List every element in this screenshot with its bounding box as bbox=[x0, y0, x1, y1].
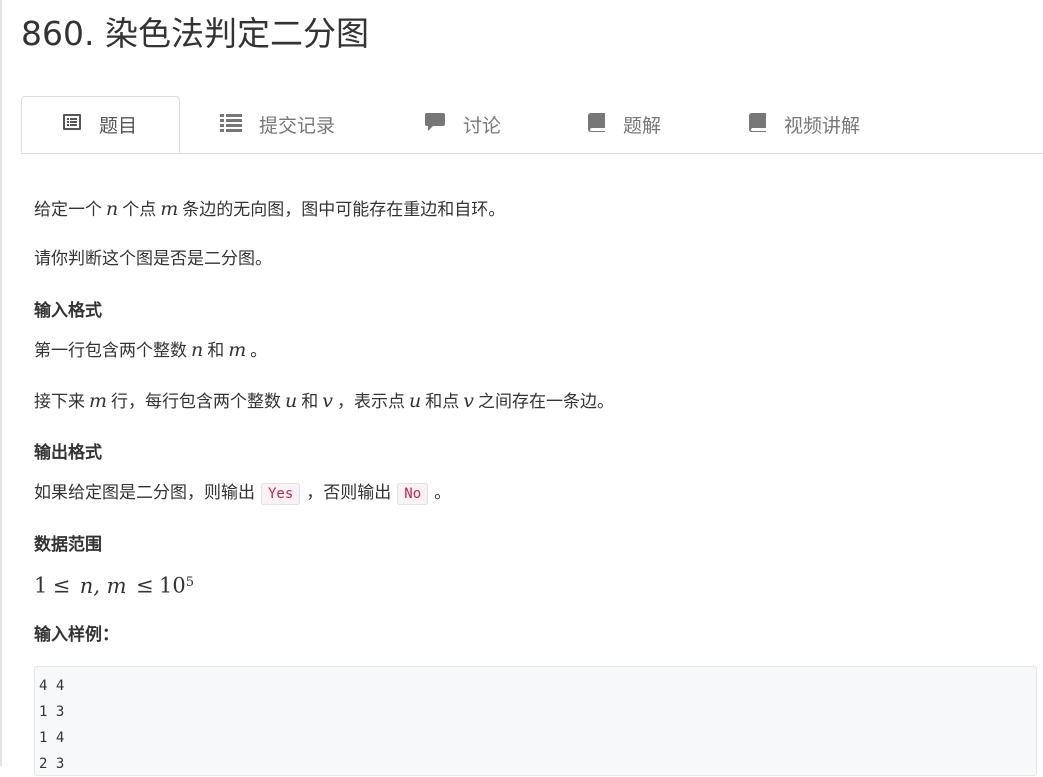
tab-discussion-label: 讨论 bbox=[463, 115, 502, 137]
math-exponent: 5 bbox=[185, 575, 195, 590]
page-title: 860. 染色法判定二分图 bbox=[21, 14, 369, 53]
desc-text: 行，每行包含两个整数 bbox=[111, 392, 282, 412]
desc-text: ，否则输出 bbox=[306, 483, 392, 503]
math-le: ≤ bbox=[136, 573, 154, 598]
tab-bar-divider bbox=[21, 153, 1043, 154]
math-n: n bbox=[106, 198, 119, 220]
math-u: u bbox=[409, 390, 422, 412]
tab-bar: 题目 提交记录 讨论 题解 视频讲解 bbox=[21, 96, 1043, 154]
tab-submissions[interactable]: 提交记录 bbox=[220, 96, 335, 153]
math-m: m bbox=[89, 390, 108, 412]
desc-text: ，表示点 bbox=[337, 392, 406, 412]
list-alt-icon bbox=[62, 112, 82, 137]
book-icon bbox=[749, 112, 767, 137]
tab-discussion[interactable]: 讨论 bbox=[424, 96, 501, 153]
sample-line: 1 4 bbox=[39, 730, 65, 746]
output-format-line: 如果给定图是二分图，则输出 Yes ，否则输出 No。 bbox=[34, 480, 451, 507]
desc-text: 之间存在一条边。 bbox=[478, 392, 614, 412]
input-format-line2: 接下来 m 行，每行包含两个整数 u 和 v ，表示点 u 和点 v 之间存在一条边。 bbox=[34, 388, 614, 415]
sample-input-heading: 输入样例： bbox=[34, 625, 119, 645]
data-range-formula: 1 ≤ n, m ≤ 105 bbox=[34, 568, 194, 603]
desc-text: 给定一个 bbox=[34, 200, 102, 220]
sample-line: 1 3 bbox=[39, 704, 65, 720]
code-no: No bbox=[397, 483, 429, 505]
input-format-line1: 第一行包含两个整数 n 和 m。 bbox=[34, 337, 267, 364]
desc-text: 和 bbox=[207, 341, 225, 361]
output-format-heading: 输出格式 bbox=[34, 443, 102, 463]
math-n: n bbox=[191, 339, 204, 361]
comment-icon bbox=[424, 112, 446, 137]
problem-question: 请你判断这个图是否是二分图。 bbox=[34, 249, 272, 269]
math-m: m bbox=[228, 339, 247, 361]
tab-video[interactable]: 视频讲解 bbox=[749, 96, 860, 153]
math-le: ≤ bbox=[52, 573, 71, 598]
desc-text: 如果给定图是二分图，则输出 bbox=[34, 483, 255, 503]
left-border bbox=[0, 0, 2, 766]
math-one: 1 bbox=[34, 573, 48, 598]
desc-text: 接下来 bbox=[34, 392, 85, 412]
math-nm: n, m bbox=[79, 573, 127, 598]
data-range-heading: 数据范围 bbox=[34, 535, 102, 555]
math-v: v bbox=[463, 390, 474, 412]
tab-submissions-label: 提交记录 bbox=[259, 115, 336, 137]
math-ten: 10 bbox=[159, 573, 186, 598]
desc-text: 第一行包含两个整数 bbox=[34, 341, 187, 361]
tab-problem-label: 题目 bbox=[99, 115, 138, 137]
code-yes: Yes bbox=[261, 483, 301, 505]
sample-line: 4 4 bbox=[39, 678, 65, 694]
sample-input-block: 4 4 1 3 1 4 2 3 bbox=[34, 666, 1037, 776]
desc-text: 。 bbox=[434, 483, 452, 503]
problem-description: 给定一个 n 个点 m 条边的无向图，图中可能存在重边和自环。 bbox=[34, 196, 505, 223]
book-icon bbox=[588, 112, 606, 137]
list-icon bbox=[220, 112, 242, 137]
desc-text: 条边的无向图，图中可能存在重边和自环。 bbox=[182, 200, 506, 220]
tab-solutions[interactable]: 题解 bbox=[588, 96, 661, 153]
tab-problem[interactable]: 题目 bbox=[21, 96, 180, 153]
desc-text: 和点 bbox=[425, 392, 460, 412]
tab-video-label: 视频讲解 bbox=[784, 115, 861, 137]
desc-text: 。 bbox=[250, 341, 268, 361]
input-format-heading: 输入格式 bbox=[34, 301, 102, 321]
math-v: v bbox=[322, 390, 334, 412]
desc-text: 和 bbox=[301, 392, 319, 412]
sample-line: 2 3 bbox=[39, 756, 65, 772]
math-m: m bbox=[160, 198, 179, 220]
tab-solutions-label: 题解 bbox=[623, 115, 662, 137]
desc-text: 个点 bbox=[122, 200, 157, 220]
math-u: u bbox=[285, 390, 298, 412]
